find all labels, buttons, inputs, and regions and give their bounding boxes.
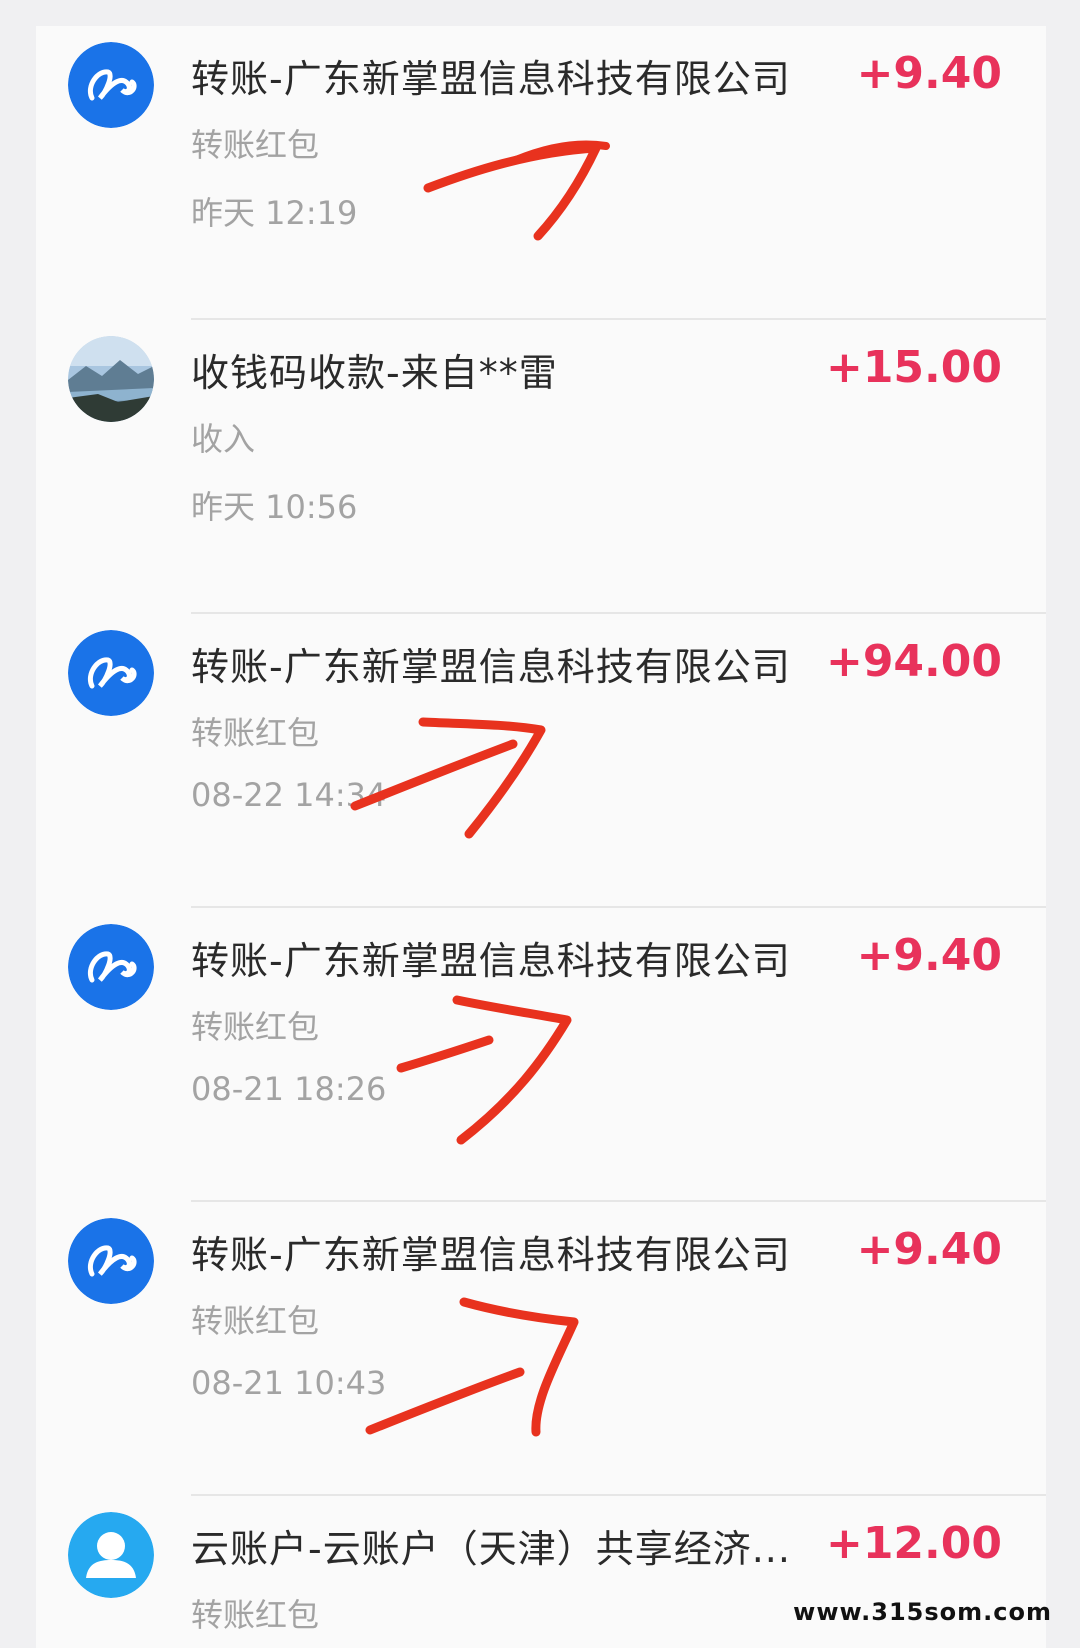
transaction-subtitle: 转账红包: [191, 1596, 320, 1634]
transaction-list: 转账-广东新掌盟信息科技有限公司 +9.40 转账红包 昨天 12:19 收钱码…: [36, 26, 1046, 1648]
transaction-title: 转账-广东新掌盟信息科技有限公司: [191, 939, 791, 983]
transaction-time: 08-21 10:43: [191, 1364, 387, 1402]
transaction-subtitle: 转账红包: [191, 1008, 320, 1046]
transaction-subtitle: 收入: [191, 420, 256, 458]
transaction-title: 云账户-云账户（天津）共享经济...: [191, 1527, 791, 1571]
transaction-amount: +15.00: [825, 342, 1002, 393]
transaction-amount: +94.00: [825, 636, 1002, 687]
transaction-row[interactable]: 转账-广东新掌盟信息科技有限公司 +9.40 转账红包 昨天 12:19: [36, 26, 1046, 320]
transaction-title: 转账-广东新掌盟信息科技有限公司: [191, 1233, 791, 1277]
transfer-logo-icon: [68, 1218, 154, 1304]
watermark: www.315som.com: [793, 1598, 1052, 1626]
transaction-subtitle: 转账红包: [191, 1302, 320, 1340]
transaction-subtitle: 转账红包: [191, 714, 320, 752]
transaction-amount: +9.40: [856, 48, 1002, 99]
landscape-avatar: [68, 336, 154, 422]
transaction-time: 昨天 10:56: [191, 488, 358, 526]
transaction-row[interactable]: 转账-广东新掌盟信息科技有限公司 +94.00 转账红包 08-22 14:34: [36, 614, 1046, 908]
transaction-time: 08-21 18:26: [191, 1070, 387, 1108]
transaction-time: 08-22 14:34: [191, 776, 387, 814]
transaction-title: 转账-广东新掌盟信息科技有限公司: [191, 645, 791, 689]
transaction-title: 收钱码收款-来自**雷: [191, 351, 558, 395]
transaction-amount: +12.00: [825, 1518, 1002, 1569]
transaction-time: 昨天 12:19: [191, 194, 358, 232]
transaction-row[interactable]: 收钱码收款-来自**雷 +15.00 收入 昨天 10:56: [36, 320, 1046, 614]
transaction-row[interactable]: 转账-广东新掌盟信息科技有限公司 +9.40 转账红包 08-21 10:43: [36, 1202, 1046, 1496]
transaction-title: 转账-广东新掌盟信息科技有限公司: [191, 57, 791, 101]
user-avatar-icon: [68, 1512, 154, 1598]
transfer-logo-icon: [68, 924, 154, 1010]
transaction-amount: +9.40: [856, 1224, 1002, 1275]
transaction-amount: +9.40: [856, 930, 1002, 981]
transfer-logo-icon: [68, 42, 154, 128]
transfer-logo-icon: [68, 630, 154, 716]
transaction-row[interactable]: 转账-广东新掌盟信息科技有限公司 +9.40 转账红包 08-21 18:26: [36, 908, 1046, 1202]
transaction-subtitle: 转账红包: [191, 126, 320, 164]
